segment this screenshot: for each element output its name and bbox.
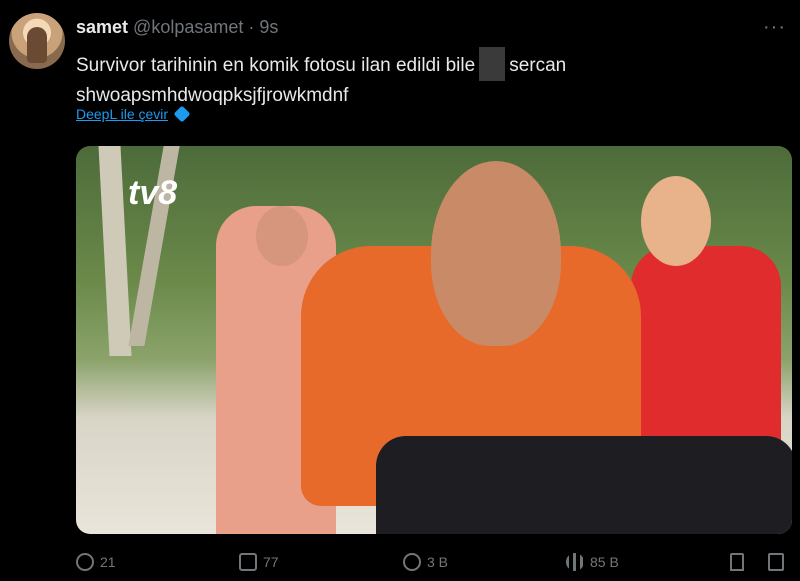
like-button[interactable]: 3 B — [403, 553, 448, 571]
channel-logo: tv8 — [128, 174, 178, 212]
more-options-icon[interactable]: ··· — [763, 16, 786, 39]
share-button[interactable] — [768, 553, 784, 571]
like-count: 3 B — [427, 554, 449, 570]
redaction-box — [479, 47, 506, 81]
views-count: 85 B — [590, 554, 619, 570]
tweet-header: samet @kolpasamet · 9s — [76, 17, 278, 38]
timestamp[interactable]: 9s — [259, 17, 278, 37]
handle[interactable]: @kolpasamet — [133, 17, 243, 37]
separator: · — [248, 17, 255, 37]
tweet-media-image[interactable]: tv8 — [76, 146, 792, 534]
reply-icon — [76, 553, 94, 571]
avatar-figure — [27, 27, 47, 63]
reply-button[interactable]: 21 — [76, 553, 116, 571]
translate-label[interactable]: DeepL ile çevir — [76, 106, 168, 122]
bookmark-button[interactable] — [730, 553, 744, 571]
repost-count: 77 — [263, 554, 279, 570]
person-head — [641, 176, 711, 266]
person-head — [256, 206, 308, 266]
tweet-text-part2: sercan — [509, 55, 567, 76]
avatar[interactable] — [9, 13, 65, 69]
person-head — [431, 161, 561, 346]
deepl-icon — [173, 105, 191, 123]
repost-icon — [239, 553, 257, 571]
views-icon — [566, 553, 584, 571]
person-body — [376, 436, 792, 534]
translate-link[interactable]: DeepL ile çevir — [76, 105, 191, 123]
views-button[interactable]: 85 B — [566, 553, 619, 571]
bookmark-icon — [730, 553, 744, 571]
reply-count: 21 — [100, 554, 116, 570]
action-bar: 21 77 3 B 85 B — [76, 553, 792, 577]
tree-trunk — [98, 146, 132, 356]
tweet-text-line2: shwoapsmhdwoqpksjfjrowkmdnf — [76, 85, 349, 106]
display-name[interactable]: samet — [76, 17, 128, 37]
heart-icon — [403, 553, 421, 571]
share-icon — [768, 553, 784, 571]
tweet-text: Survivor tarihinin en komik fotosu ilan … — [76, 47, 766, 110]
tweet-text-part1: Survivor tarihinin en komik fotosu ilan … — [76, 55, 476, 76]
repost-button[interactable]: 77 — [239, 553, 279, 571]
